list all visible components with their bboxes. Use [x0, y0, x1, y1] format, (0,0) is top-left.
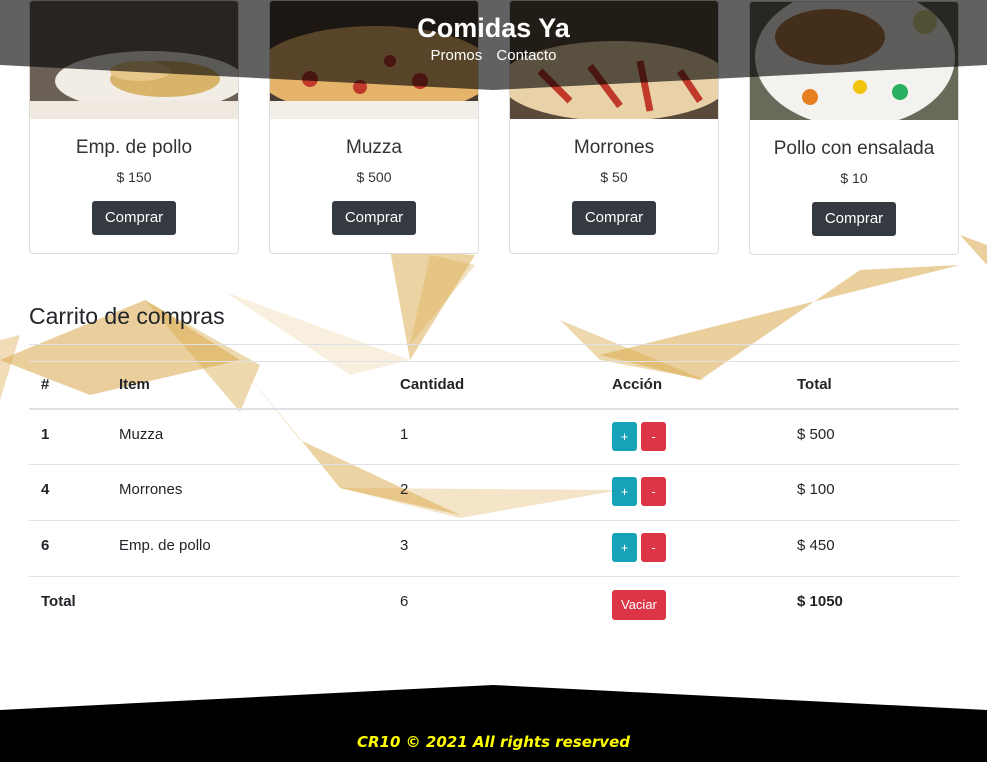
summary-empty	[107, 577, 388, 633]
buy-button[interactable]: Comprar	[91, 201, 177, 235]
row-actions: + -	[600, 464, 785, 521]
nav-link-contacto[interactable]: Contacto	[496, 47, 556, 64]
row-item: Emp. de pollo	[107, 520, 388, 577]
summary-quantity: 6	[400, 593, 409, 610]
row-total: $ 450	[785, 520, 959, 577]
row-actions: + -	[600, 408, 785, 465]
row-total: $ 100	[785, 464, 959, 521]
column-header-action: Acción	[600, 361, 785, 410]
row-total: $ 500	[785, 408, 959, 465]
column-header-total: Total	[785, 361, 959, 410]
clear-cart-button[interactable]: Vaciar	[612, 590, 666, 620]
footer-copyright: CR10 © 2021 All rights reserved	[357, 733, 630, 751]
cart-table: # Item Cantidad Acción Total 1 Muzza 1 +…	[29, 361, 959, 633]
site-header: Comidas Ya Promos Contacto	[0, 0, 987, 92]
table-row: 6 Emp. de pollo 3 + - $ 450	[29, 520, 959, 577]
row-id: 4	[29, 464, 107, 521]
product-price: $ 150	[116, 169, 152, 185]
summary-label: Total	[41, 593, 76, 610]
product-price: $ 500	[356, 169, 392, 185]
summary-actions: Vaciar	[600, 577, 785, 633]
table-header-row: # Item Cantidad Acción Total	[29, 361, 959, 410]
product-name: Emp. de pollo	[75, 137, 193, 158]
table-row: 4 Morrones 2 + - $ 100	[29, 464, 959, 521]
product-price: $ 50	[600, 169, 628, 185]
increase-button[interactable]: +	[612, 533, 637, 562]
cart-title: Carrito de compras	[29, 303, 225, 329]
row-quantity: 3	[388, 520, 600, 577]
decrease-button[interactable]: -	[641, 477, 666, 506]
row-quantity: 2	[388, 464, 600, 521]
row-id: 1	[29, 408, 107, 465]
column-header-item: Item	[107, 361, 388, 410]
summary-total: $ 1050	[797, 593, 843, 610]
increase-button[interactable]: +	[612, 421, 637, 451]
decrease-button[interactable]: -	[641, 533, 666, 562]
row-quantity: 1	[388, 408, 600, 465]
product-name: Muzza	[346, 137, 402, 158]
main-nav: Promos Contacto	[0, 47, 987, 64]
product-name: Morrones	[573, 137, 655, 158]
product-price: $ 10	[840, 170, 868, 186]
row-actions: + -	[600, 520, 785, 577]
row-item: Morrones	[107, 464, 388, 521]
buy-button[interactable]: Comprar	[811, 202, 897, 236]
product-name: Pollo con ensalada	[773, 138, 935, 159]
buy-button[interactable]: Comprar	[331, 201, 417, 235]
nav-link-promos[interactable]: Promos	[431, 47, 483, 64]
buy-button[interactable]: Comprar	[571, 201, 657, 235]
row-id: 6	[29, 520, 107, 577]
decrease-button[interactable]: -	[641, 421, 666, 451]
column-header-number: #	[29, 361, 107, 410]
row-item: Muzza	[107, 408, 388, 465]
divider	[29, 344, 959, 345]
table-row: 1 Muzza 1 + - $ 500	[29, 408, 959, 465]
site-footer: CR10 © 2021 All rights reserved	[0, 685, 987, 762]
column-header-quantity: Cantidad	[388, 361, 600, 410]
summary-row: Total 6 Vaciar $ 1050	[29, 577, 959, 633]
site-title: Comidas Ya	[417, 13, 570, 43]
increase-button[interactable]: +	[612, 477, 637, 506]
